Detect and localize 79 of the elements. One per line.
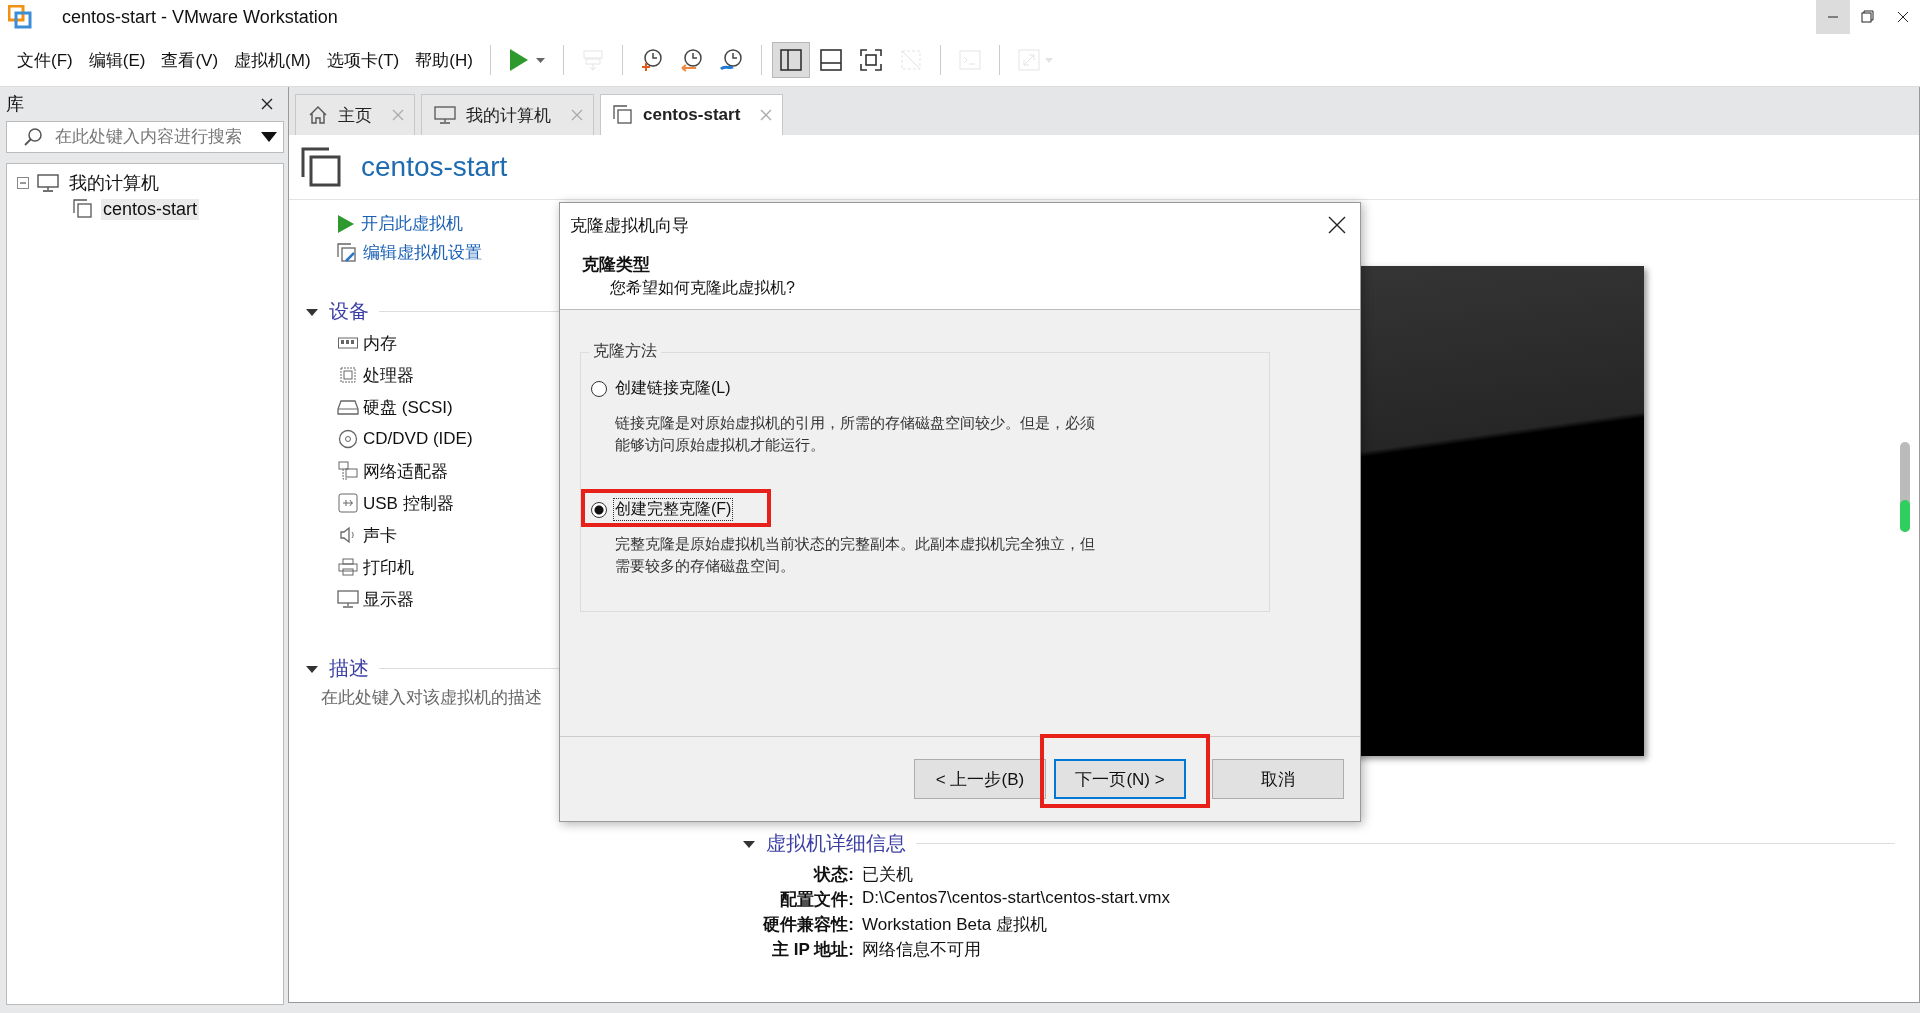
option-description: 完整克隆是原始虚拟机当前状态的完整副本。此副本虚拟机完全独立，但需要较多的存储磁盘空间。 <box>615 534 1095 576</box>
device-name[interactable]: 内存 <box>363 331 397 355</box>
detail-label: 主 IP 地址: <box>771 939 854 961</box>
vm-icon <box>73 199 93 219</box>
usb-icon <box>337 493 359 513</box>
vm-icon <box>301 147 341 187</box>
device-name[interactable]: 打印机 <box>363 555 414 579</box>
detail-label: 配置文件: <box>779 889 854 911</box>
library-view-button[interactable] <box>771 42 810 78</box>
device-name[interactable]: 处理器 <box>363 363 414 387</box>
computer-icon <box>37 174 59 192</box>
printer-icon <box>337 557 359 577</box>
window-title: centos-start - VMware Workstation <box>62 6 338 28</box>
device-name[interactable]: USB 控制器 <box>363 491 454 515</box>
action-link[interactable]: 开启此虚拟机 <box>361 212 463 235</box>
dialog-button[interactable]: < 上一步(B) <box>914 759 1046 799</box>
detail-value: Workstation Beta 虚拟机 <box>862 914 1048 936</box>
section-title[interactable]: 设备 <box>329 298 369 325</box>
clock-icon <box>718 47 745 73</box>
dialog-button[interactable]: 下一页(N) > <box>1054 759 1186 799</box>
monitor-icon <box>337 590 359 608</box>
menu-item[interactable]: 帮助(H) <box>408 42 480 78</box>
group-title: 克隆方法 <box>589 341 661 362</box>
tab[interactable]: 主页 <box>295 94 415 135</box>
option-description: 链接克隆是对原始虚拟机的引用，所需的存储磁盘空间较少。但是，必须能够访问原始虚拟机才能运行。 <box>615 413 1095 455</box>
option-label[interactable]: 创建链接克隆(L) <box>613 377 733 400</box>
detail-value: D:\Centos7\centos-start\centos-start.vmx <box>862 888 1170 909</box>
vm-name: centos-start <box>361 151 508 183</box>
search-field[interactable]: 在此处键入内容进行搜索 <box>6 121 284 153</box>
home-icon <box>308 105 328 125</box>
menu-item[interactable]: 选项卡(T) <box>319 42 407 78</box>
close-icon[interactable] <box>260 97 274 111</box>
radio-button[interactable] <box>591 380 607 397</box>
device-name[interactable]: 网络适配器 <box>363 459 448 483</box>
detail-label: 状态: <box>812 864 854 886</box>
play-icon <box>337 213 355 234</box>
menu-item[interactable]: 编辑(E) <box>81 42 153 78</box>
menu-item[interactable]: 虚拟机(M) <box>227 42 318 78</box>
disc-icon <box>337 429 359 449</box>
network-icon <box>337 461 359 481</box>
action-link[interactable]: 编辑虚拟机设置 <box>363 241 482 264</box>
menu-item[interactable]: 查看(V) <box>154 42 226 78</box>
device-name[interactable]: 硬盘 (SCSI) <box>363 395 453 419</box>
menu-item[interactable]: 文件(F) <box>10 42 80 78</box>
computer-icon <box>434 106 456 124</box>
option-label[interactable]: 创建完整克隆(F) <box>613 498 734 521</box>
step-subheading: 您希望如何克隆此虚拟机? <box>610 278 796 298</box>
sidebar-layout-icon <box>777 47 804 73</box>
dialog-title: 克隆虚拟机向导 <box>570 214 689 237</box>
app-logo-icon <box>8 5 32 29</box>
detail-value: 网络信息不可用 <box>862 939 982 961</box>
settings-icon <box>337 242 357 263</box>
tree-item[interactable]: centos-start <box>101 198 200 220</box>
description-placeholder[interactable]: 在此处键入对该虚拟机的描述 <box>321 686 542 709</box>
section-title[interactable]: 描述 <box>329 655 369 682</box>
device-name[interactable]: 显示器 <box>363 587 414 611</box>
tab[interactable]: centos-start <box>600 94 784 135</box>
device-name[interactable]: 声卡 <box>363 523 397 547</box>
dropdown-arrow-icon[interactable] <box>261 132 277 142</box>
radio-button[interactable] <box>591 501 607 518</box>
step-heading: 克隆类型 <box>582 254 651 276</box>
bottom-panel-icon <box>817 47 844 73</box>
section-title[interactable]: 虚拟机详细信息 <box>766 830 906 857</box>
full-screen-icon <box>857 47 884 73</box>
close-icon[interactable] <box>1328 216 1346 234</box>
vm-icon <box>613 105 633 125</box>
terminal-icon <box>956 47 983 73</box>
detail-value: 已关机 <box>862 864 914 886</box>
chip-icon <box>337 365 359 385</box>
library-title: 库 <box>6 93 24 116</box>
dialog-button[interactable]: 取消 <box>1212 759 1344 799</box>
tree-item[interactable]: 我的计算机 <box>67 171 161 195</box>
search-icon <box>23 127 43 147</box>
tab[interactable]: 我的计算机 <box>421 94 594 135</box>
detail-label: 硬件兼容性: <box>762 914 854 936</box>
collapse-toggle-icon[interactable] <box>17 177 29 189</box>
memory-icon <box>337 336 359 350</box>
stretch-icon <box>1015 47 1056 73</box>
device-name[interactable]: CD/DVD (IDE) <box>363 429 473 449</box>
